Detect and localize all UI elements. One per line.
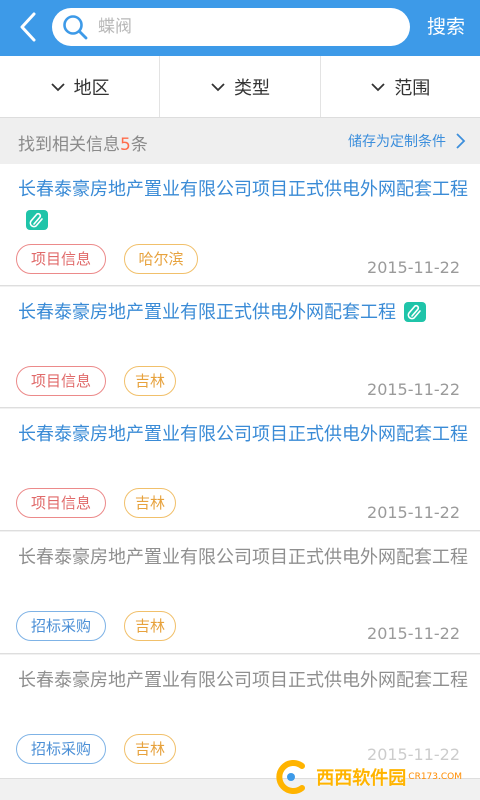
- item-title[interactable]: 长春泰豪房地产置业有限公司项目正式供电外网配套工程: [18, 419, 468, 450]
- filter-region[interactable]: 地区: [0, 56, 161, 117]
- list-item[interactable]: 长春泰豪房地产置业有限正式供电外网配套工程 项目信息 吉林 2015-11-22: [0, 287, 480, 408]
- result-count-text: 找到相关信息5条: [18, 130, 148, 155]
- region-tag: 吉林: [124, 366, 176, 396]
- filter-bar: 地区 类型 范围: [0, 56, 480, 118]
- region-tag: 吉林: [124, 488, 176, 518]
- list-item[interactable]: 长春泰豪房地产置业有限公司项目正式供电外网配套工程 项目信息 哈尔滨 2015-…: [0, 164, 480, 286]
- item-date: 2015-11-22: [367, 503, 460, 522]
- list-item[interactable]: 长春泰豪房地产置业有限公司项目正式供电外网配套工程 招标采购 吉林 2015-1…: [0, 532, 480, 654]
- item-date: 2015-11-22: [367, 624, 460, 643]
- item-date: 2015-11-22: [367, 380, 460, 399]
- chevron-down-icon: [371, 82, 385, 91]
- top-bar: 搜索: [0, 0, 480, 56]
- region-tag: 哈尔滨: [124, 244, 198, 274]
- item-date: 2015-11-22: [367, 258, 460, 277]
- item-title-text: 长春泰豪房地产置业有限公司项目正式供电外网配套工程: [18, 547, 468, 568]
- filter-region-label: 地区: [73, 77, 110, 99]
- item-title[interactable]: 长春泰豪房地产置业有限公司项目正式供电外网配套工程: [18, 174, 468, 236]
- category-tag: 招标采购: [16, 611, 106, 641]
- filter-scope-label: 范围: [394, 77, 431, 99]
- watermark-subtext: CR173.COM: [408, 772, 462, 782]
- result-count: 5: [120, 135, 131, 155]
- back-button[interactable]: [14, 10, 44, 44]
- category-tag: 招标采购: [16, 734, 106, 764]
- watermark-logo: 西西软件园 CR173.COM: [272, 760, 462, 794]
- search-box[interactable]: [52, 8, 410, 46]
- region-tag: 吉林: [124, 611, 176, 641]
- item-title-text: 长春泰豪房地产置业有限公司项目正式供电外网配套工程: [18, 179, 468, 200]
- save-custom-condition-link[interactable]: 储存为定制条件: [348, 131, 446, 151]
- attachment-icon: [404, 302, 426, 322]
- filter-type-label: 类型: [233, 77, 270, 99]
- category-tag: 项目信息: [16, 366, 106, 396]
- result-prefix: 找到相关信息: [18, 135, 120, 155]
- search-button[interactable]: 搜索: [416, 12, 476, 42]
- search-icon: [63, 15, 88, 40]
- logo-icon: [276, 760, 306, 794]
- item-title-text: 长春泰豪房地产置业有限正式供电外网配套工程: [18, 302, 396, 323]
- item-title[interactable]: 长春泰豪房地产置业有限正式供电外网配套工程: [18, 297, 468, 328]
- watermark-text: 西西软件园: [316, 768, 407, 789]
- item-title[interactable]: 长春泰豪房地产置业有限公司项目正式供电外网配套工程: [18, 665, 468, 696]
- search-input[interactable]: [98, 8, 398, 46]
- category-tag: 项目信息: [16, 488, 106, 518]
- item-title-text: 长春泰豪房地产置业有限公司项目正式供电外网配套工程: [18, 670, 468, 691]
- chevron-down-icon: [51, 82, 65, 91]
- chevron-down-icon: [211, 82, 225, 91]
- filter-scope[interactable]: 范围: [321, 56, 480, 117]
- item-title[interactable]: 长春泰豪房地产置业有限公司项目正式供电外网配套工程: [18, 542, 468, 573]
- list-item[interactable]: 长春泰豪房地产置业有限公司项目正式供电外网配套工程 项目信息 吉林 2015-1…: [0, 409, 480, 531]
- back-arrow-icon: [20, 12, 36, 42]
- item-title-text: 长春泰豪房地产置业有限公司项目正式供电外网配套工程: [18, 424, 468, 445]
- category-tag: 项目信息: [16, 244, 106, 274]
- filter-type[interactable]: 类型: [160, 56, 321, 117]
- attachment-icon: [26, 210, 48, 230]
- result-suffix: 条: [130, 135, 148, 155]
- region-tag: 吉林: [124, 734, 176, 764]
- chevron-right-icon[interactable]: [454, 132, 466, 150]
- result-summary-bar: 找到相关信息5条 储存为定制条件: [0, 118, 480, 164]
